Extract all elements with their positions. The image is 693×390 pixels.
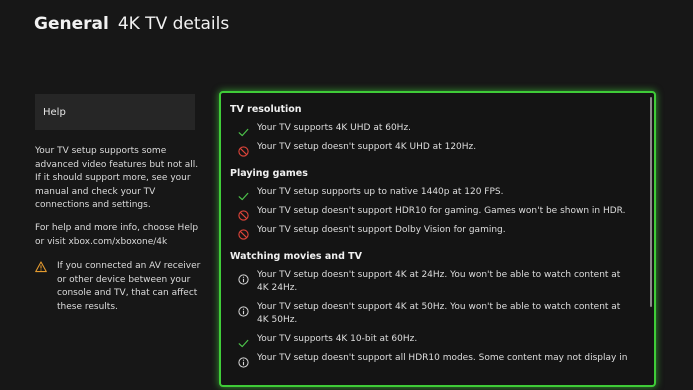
group-watching-movies: Watching movies and TV Your TV setup doe… (230, 250, 634, 368)
warning-icon (35, 261, 47, 273)
screen: General 4K TV details Help Your TV setup… (0, 0, 693, 390)
item-text: Your TV supports 4K 10-bit at 60Hz. (257, 334, 418, 344)
list-item: Your TV setup doesn't support all HDR10 … (230, 352, 634, 368)
scrollbar[interactable] (650, 97, 652, 307)
page-header: General 4K TV details (34, 14, 229, 34)
not-supported-icon (238, 142, 249, 157)
list-item: Your TV setup doesn't support 4K UHD at … (230, 141, 634, 157)
not-supported-icon (238, 206, 249, 221)
help-button-label: Help (43, 106, 66, 118)
list-item: Your TV setup doesn't support 4K at 50Hz… (230, 301, 634, 327)
av-receiver-warning: If you connected an AV receiver or other… (35, 260, 205, 314)
info-icon (238, 353, 249, 368)
not-supported-icon (238, 225, 249, 240)
item-text: Your TV supports 4K UHD at 60Hz. (257, 123, 412, 133)
item-text: Your TV setup doesn't support 4K at 24Hz… (257, 270, 621, 293)
list-item: Your TV setup doesn't support 4K at 24Hz… (230, 269, 634, 295)
page-title: 4K TV details (117, 14, 230, 34)
checkmark-icon (238, 334, 249, 348)
details-list: TV resolution Your TV supports 4K UHD at… (230, 103, 634, 368)
checkmark-icon (238, 187, 249, 201)
warning-text: If you connected an AV receiver or other… (57, 261, 201, 312)
info-icon (238, 302, 249, 317)
help-button[interactable]: Help (35, 94, 195, 130)
checkmark-icon (238, 123, 249, 137)
item-text: Your TV setup doesn't support all HDR10 … (257, 353, 628, 363)
item-text: Your TV setup doesn't support Dolby Visi… (257, 225, 506, 235)
group-playing-games: Playing games Your TV setup supports up … (230, 167, 634, 240)
group-tv-resolution: TV resolution Your TV supports 4K UHD at… (230, 103, 634, 157)
list-item: Your TV setup doesn't support HDR10 for … (230, 205, 634, 221)
item-text: Your TV setup doesn't support 4K at 50Hz… (257, 302, 621, 325)
group-title: Watching movies and TV (230, 251, 363, 262)
info-icon (238, 270, 249, 285)
list-item: Your TV supports 4K 10-bit at 60Hz. (230, 333, 634, 348)
list-item: Your TV setup doesn't support Dolby Visi… (230, 224, 634, 240)
section-title: General (34, 14, 109, 34)
help-info-text: For help and more info, choose Help or v… (35, 223, 199, 247)
group-title: TV resolution (230, 104, 302, 115)
item-text: Your TV setup supports up to native 1440… (257, 187, 504, 197)
tv-details-panel[interactable]: TV resolution Your TV supports 4K UHD at… (219, 91, 656, 387)
support-description: Your TV setup supports some advanced vid… (35, 146, 199, 210)
list-item: Your TV setup supports up to native 1440… (230, 186, 634, 201)
item-text: Your TV setup doesn't support 4K UHD at … (257, 142, 477, 152)
group-title: Playing games (230, 168, 308, 179)
list-item: Your TV supports 4K UHD at 60Hz. (230, 122, 634, 137)
item-text: Your TV setup doesn't support HDR10 for … (257, 206, 626, 216)
